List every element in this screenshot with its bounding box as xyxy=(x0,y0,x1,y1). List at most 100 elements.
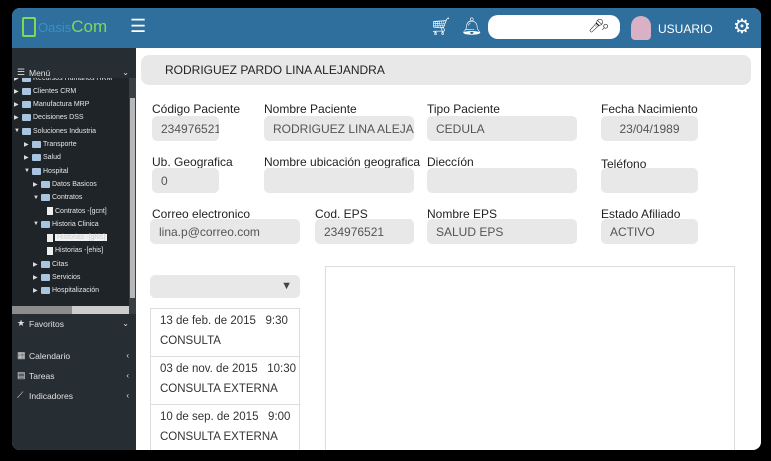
sidebar-item-calendario[interactable]: ▦ Calendario ‹ xyxy=(17,350,129,361)
tree-vertical-scrollbar[interactable] xyxy=(129,78,136,314)
user-name[interactable]: USUARIO xyxy=(658,22,713,36)
chevron-left-icon: ‹ xyxy=(126,371,129,380)
chevron-left-icon: ‹ xyxy=(126,351,129,360)
folder-icon xyxy=(32,167,41,175)
tree-item[interactable]: ▶ Citas xyxy=(33,258,68,270)
caret-down-icon[interactable]: ▼ xyxy=(24,168,30,174)
field-input[interactable] xyxy=(264,168,414,193)
field-label: Nombre ubicación geografica xyxy=(264,155,421,169)
tree-item[interactable]: ▼ Soluciones Industria xyxy=(14,125,96,137)
tree-item-label: Hospital xyxy=(43,167,69,175)
caret-right-icon[interactable]: ▶ xyxy=(33,261,39,268)
caret-right-icon[interactable]: ▶ xyxy=(14,78,20,82)
calendar-icon: ▦ xyxy=(17,350,26,360)
tree-item[interactable]: ▶ Clientes CRM xyxy=(14,85,76,97)
tree-item[interactable]: ▶ Recursos Humanos HRM xyxy=(14,78,112,84)
search-input[interactable]: 🎤︎ ⌕ xyxy=(488,15,620,39)
tree-item-label: Manufactura MRP xyxy=(33,101,90,109)
sidebar: ☰ Menú ⌄ ▶ Recursos Humanos HRM ▶ Clientes CR… xyxy=(12,48,136,450)
field-input[interactable]: ACTIVO xyxy=(601,219,698,244)
caret-down-icon[interactable]: ▼ xyxy=(33,221,39,227)
visit-filter-dropdown[interactable]: ▼ xyxy=(150,275,300,298)
tree-item[interactable]: ▶ Datos Basicos xyxy=(33,178,97,190)
search-icon[interactable]: ⌕ xyxy=(602,18,609,34)
tree-item[interactable]: ▼ Hospital xyxy=(24,165,68,177)
top-bar: Oasis Com ☰ 🛒︎ 🔔︎ 🎤︎ ⌕ USUARIO ⚙ xyxy=(12,8,761,48)
page-title: RODRIGUEZ PARDO LINA ALEJANDRA xyxy=(141,55,751,85)
field-label: Dieccíón xyxy=(427,155,474,169)
cart-icon[interactable]: 🛒︎ xyxy=(430,17,452,37)
tree-horizontal-scrollbar[interactable] xyxy=(12,306,129,314)
visit-type: CONSULTA xyxy=(160,335,221,347)
folder-icon xyxy=(22,127,31,135)
caret-right-icon[interactable]: ▶ xyxy=(14,101,20,108)
folder-icon xyxy=(22,114,31,122)
tree-item[interactable]: ▼ Contratos xyxy=(33,192,82,204)
sidebar-item-indicadores[interactable]: ⟋ Indicadores ‹ xyxy=(17,390,129,401)
tree-item[interactable]: ▶ Servicios xyxy=(33,272,80,284)
avatar[interactable] xyxy=(631,16,651,40)
logo[interactable]: Oasis Com xyxy=(22,17,107,37)
chevron-down-icon: ⌄ xyxy=(122,68,129,77)
visit-item[interactable]: 03 de nov. de 2015 10:30 CONSULTA EXTERNA xyxy=(151,357,299,405)
field-input[interactable]: SALUD EPS xyxy=(427,219,577,244)
menu-header[interactable]: ☰ Menú ⌄ xyxy=(17,67,129,78)
visit-item[interactable]: 10 de sep. de 2015 9:00 CONSULTA EXTERNA xyxy=(151,405,299,450)
gear-icon[interactable]: ⚙ xyxy=(733,14,751,39)
visit-item[interactable]: 13 de feb. de 2015 9:30 CONSULTA xyxy=(151,309,299,357)
tree-item[interactable]: ▶ Transporte xyxy=(24,139,77,151)
field-label: Nombre Paciente xyxy=(264,102,357,116)
bell-icon[interactable]: 🔔︎ xyxy=(461,17,483,37)
field-input[interactable]: 234976521 xyxy=(315,219,414,244)
menu-icon[interactable]: ☰ xyxy=(130,16,146,37)
tree-item[interactable]: Historias -[ehis] xyxy=(47,245,103,257)
tree-item-label: Historia Clinica xyxy=(52,220,99,228)
tree-item[interactable]: ▶ Salud xyxy=(24,152,61,164)
visit-type: CONSULTA EXTERNA xyxy=(160,383,278,395)
caret-down-icon[interactable]: ▼ xyxy=(14,128,20,134)
sidebar-item-tareas[interactable]: ▤ Tareas ‹ xyxy=(17,370,129,381)
tree-item-label: Citas xyxy=(52,260,68,268)
field-input[interactable]: 0 xyxy=(152,168,219,193)
tree-item[interactable]: Historias -[ghis] xyxy=(47,232,108,244)
tree-item-label: Hospitalización xyxy=(52,287,100,295)
caret-right-icon[interactable]: ▶ xyxy=(33,274,39,281)
field-input[interactable] xyxy=(427,168,577,193)
field-input[interactable]: 234976521 xyxy=(152,116,219,141)
field-input[interactable]: lina.p@correo.com xyxy=(150,219,300,244)
tree-item[interactable]: ▶ Hospitalización xyxy=(33,285,99,297)
tree-item[interactable]: ▶ Manufactura MRP xyxy=(14,99,89,111)
folder-icon xyxy=(41,274,50,281)
star-icon: ★ xyxy=(17,318,26,328)
tree-item[interactable]: Contratos -[gcnt] xyxy=(47,205,107,217)
field-input[interactable] xyxy=(601,168,698,193)
caret-right-icon[interactable]: ▶ xyxy=(14,88,20,95)
field-input[interactable]: CEDULA xyxy=(427,116,577,141)
sidebar-item-favoritos[interactable]: ★ Favoritos ⌄ xyxy=(17,318,129,329)
tree-item[interactable]: ▼ Historia Clinica xyxy=(33,218,99,230)
visit-date: 13 de feb. de 2015 9:30 xyxy=(160,315,288,327)
caret-right-icon[interactable]: ▶ xyxy=(24,141,30,148)
caret-right-icon[interactable]: ▶ xyxy=(24,154,30,161)
caret-right-icon[interactable]: ▶ xyxy=(33,181,39,188)
folder-icon xyxy=(41,180,50,188)
field-input[interactable]: RODRIGUEZ LINA ALEJAN xyxy=(264,116,414,141)
chevron-left-icon: ‹ xyxy=(126,391,129,400)
folder-icon xyxy=(41,260,50,268)
tree-item-label: Salud xyxy=(43,154,61,162)
tree-item-label: Contratos xyxy=(52,194,83,202)
caret-right-icon[interactable]: ▶ xyxy=(14,114,20,121)
folder-icon xyxy=(22,101,31,109)
caret-down-icon[interactable]: ▼ xyxy=(33,195,39,201)
folder-icon xyxy=(32,154,41,162)
tree-item[interactable]: ▶ Decisiones DSS xyxy=(14,112,84,124)
field-label: Tipo Paciente xyxy=(427,102,500,116)
field-input[interactable]: 23/04/1989 xyxy=(601,116,698,141)
chart-icon: ⟋ xyxy=(17,390,24,400)
tree-item-label: Clientes CRM xyxy=(33,87,77,95)
visit-date: 10 de sep. de 2015 9:00 xyxy=(160,411,291,423)
menu-icon: ☰ xyxy=(17,67,26,77)
caret-down-icon: ▼ xyxy=(281,280,292,292)
caret-right-icon[interactable]: ▶ xyxy=(33,287,39,294)
folder-icon xyxy=(22,87,31,95)
